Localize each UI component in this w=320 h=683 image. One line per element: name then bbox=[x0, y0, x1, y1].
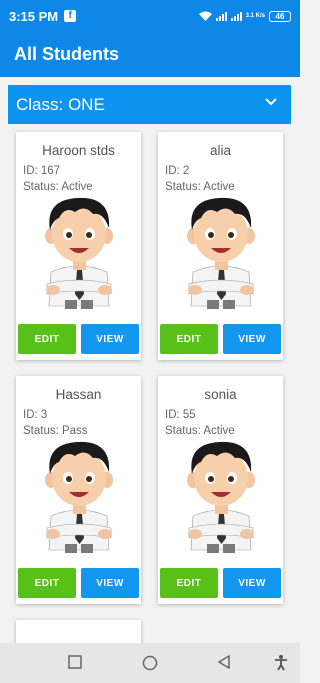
back-icon[interactable] bbox=[217, 654, 231, 674]
view-button[interactable]: VIEW bbox=[223, 324, 281, 354]
student-card: Haroon stds ID: 167 Status: Active EDIT … bbox=[16, 132, 141, 360]
class-selector[interactable]: Class: ONE bbox=[8, 85, 291, 124]
student-name: sonia bbox=[204, 387, 237, 402]
status-time: 3:15 PM bbox=[9, 8, 59, 24]
page-title: All Students bbox=[14, 44, 120, 64]
student-id: ID: 2 bbox=[165, 165, 190, 177]
home-icon[interactable] bbox=[142, 655, 158, 676]
student-id: ID: 3 bbox=[23, 409, 48, 421]
wifi-icon bbox=[198, 11, 212, 21]
edit-button[interactable]: EDIT bbox=[160, 324, 218, 354]
system-nav-bar bbox=[0, 643, 300, 683]
recents-icon[interactable] bbox=[68, 655, 82, 674]
student-avatar-icon bbox=[44, 197, 114, 309]
view-button[interactable]: VIEW bbox=[81, 568, 139, 598]
student-status: Status: Active bbox=[165, 425, 235, 437]
view-button[interactable]: VIEW bbox=[81, 324, 139, 354]
student-avatar-icon bbox=[44, 441, 114, 553]
student-card: alia ID: 2 Status: Active EDIT VIEW bbox=[158, 132, 283, 360]
student-id: ID: 167 bbox=[23, 165, 61, 177]
student-name: alia bbox=[209, 143, 231, 158]
accessibility-icon[interactable] bbox=[274, 655, 288, 676]
status-bar: 3:15 PM f 3.1 K/s 46 bbox=[0, 0, 300, 32]
signal-icon bbox=[215, 11, 227, 21]
student-card: sonia ID: 55 Status: Active EDIT VIEW bbox=[158, 376, 283, 604]
student-name: Haroon stds bbox=[42, 143, 115, 158]
edit-button[interactable]: EDIT bbox=[18, 568, 76, 598]
edit-button[interactable]: EDIT bbox=[18, 324, 76, 354]
network-speed: 3.1 K/s bbox=[245, 13, 265, 19]
student-status: Status: Active bbox=[165, 181, 235, 193]
signal-2-icon bbox=[230, 11, 242, 21]
edit-button[interactable]: EDIT bbox=[160, 568, 218, 598]
battery-icon: 46 bbox=[269, 10, 291, 22]
student-name: Hassan bbox=[55, 387, 102, 402]
student-status: Status: Active bbox=[23, 181, 93, 193]
class-selector-label: Class: ONE bbox=[16, 94, 105, 114]
student-avatar-icon bbox=[186, 197, 256, 309]
student-id: ID: 55 bbox=[165, 409, 196, 421]
chevron-down-icon bbox=[265, 98, 277, 106]
student-card: Hassan ID: 3 Status: Pass EDIT VIEW bbox=[16, 376, 141, 604]
student-avatar-icon bbox=[186, 441, 256, 553]
student-status: Status: Pass bbox=[23, 425, 88, 437]
facebook-notification-icon: f bbox=[64, 10, 77, 22]
app-bar: All Students bbox=[0, 32, 300, 77]
view-button[interactable]: VIEW bbox=[223, 568, 281, 598]
